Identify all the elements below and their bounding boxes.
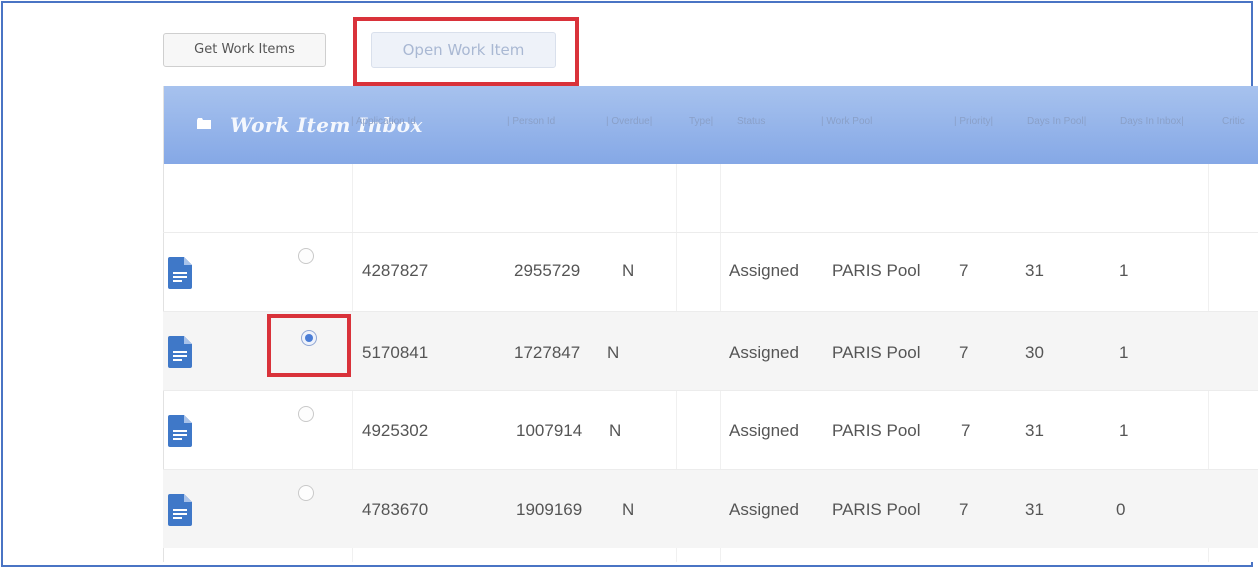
row-select-radio[interactable]: [298, 248, 314, 264]
cell-status: Assigned: [729, 261, 799, 280]
column-header-days-in-inbox[interactable]: Days In Inbox|: [1120, 116, 1184, 127]
column-header-overdue[interactable]: | Overdue|: [606, 116, 652, 127]
cell-overdue: N: [622, 261, 635, 280]
column-header-type[interactable]: Type|: [689, 116, 713, 127]
cell-application-id: 5170841: [362, 343, 429, 362]
cell-work-pool: PARIS Pool: [832, 500, 921, 519]
cell-days-in-inbox: 1: [1119, 261, 1129, 280]
column-header-critical[interactable]: Critic: [1222, 116, 1245, 127]
table-row[interactable]: 4925302 1007914 N Assigned PARIS Pool 7 …: [163, 391, 1258, 469]
cell-priority: 7: [959, 500, 969, 519]
cell-overdue: N: [609, 421, 622, 440]
table-row[interactable]: 4783670 1909169 N Assigned PARIS Pool 7 …: [163, 470, 1258, 548]
document-icon[interactable]: [168, 336, 192, 368]
cell-person-id: 2955729: [514, 261, 581, 280]
cell-overdue: N: [622, 500, 635, 519]
cell-priority: 7: [959, 261, 969, 280]
cell-days-in-pool: 30: [1025, 343, 1044, 362]
cell-days-in-pool: 31: [1025, 261, 1044, 280]
column-header-priority[interactable]: | Priority|: [954, 116, 993, 127]
document-icon[interactable]: [168, 257, 192, 289]
cell-status: Assigned: [729, 500, 799, 519]
cell-days-in-pool: 31: [1025, 500, 1044, 519]
cell-person-id: 1007914: [516, 421, 583, 440]
column-header-status[interactable]: Status: [737, 116, 765, 127]
document-icon[interactable]: [168, 415, 192, 447]
document-icon[interactable]: [168, 494, 192, 526]
cell-person-id: 1727847: [514, 343, 581, 362]
cell-work-pool: PARIS Pool: [832, 343, 921, 362]
column-header-work-pool[interactable]: | Work Pool: [821, 116, 872, 127]
cell-person-id: 1909169: [516, 500, 583, 519]
row-select-radio[interactable]: [298, 406, 314, 422]
cell-days-in-inbox: 0: [1116, 500, 1126, 519]
cell-days-in-pool: 31: [1025, 421, 1044, 440]
cell-status: Assigned: [729, 343, 799, 362]
cell-application-id: 4287827: [362, 261, 429, 280]
cell-priority: 7: [959, 343, 969, 362]
get-work-items-button[interactable]: Get Work Items: [163, 33, 326, 67]
column-header-days-in-pool[interactable]: Days In Pool|: [1027, 116, 1086, 127]
table-row[interactable]: 4287827 2955729 N Assigned PARIS Pool 7 …: [163, 233, 1258, 311]
open-work-item-highlight: [353, 17, 579, 86]
cell-days-in-inbox: 1: [1119, 421, 1129, 440]
cell-days-in-inbox: 1: [1119, 343, 1129, 362]
cell-application-id: 4783670: [362, 500, 429, 519]
cell-overdue: N: [607, 343, 620, 362]
cell-priority: 7: [961, 421, 971, 440]
column-header-person-id[interactable]: | Person Id: [507, 116, 555, 127]
cell-status: Assigned: [729, 421, 799, 440]
folder-icon: [197, 118, 211, 129]
cell-work-pool: PARIS Pool: [832, 421, 921, 440]
cell-work-pool: PARIS Pool: [832, 261, 921, 280]
cell-application-id: 4925302: [362, 421, 429, 440]
selected-radio-highlight: [267, 314, 351, 377]
row-select-radio[interactable]: [298, 485, 314, 501]
column-header-application-id[interactable]: | Application Id: [351, 116, 416, 127]
